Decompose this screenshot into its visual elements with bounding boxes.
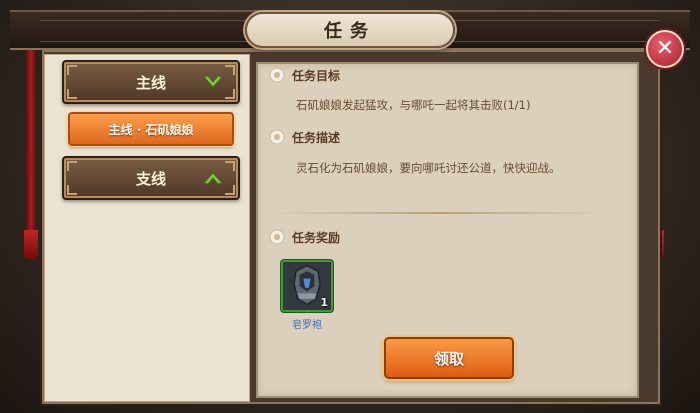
quest-category-panel — [44, 54, 250, 402]
description-heading: 任务描述 — [268, 128, 340, 146]
corner-ornament — [67, 161, 77, 171]
chevron-down-icon — [203, 75, 223, 88]
corner-ornament — [67, 89, 77, 99]
side-quest-category-label: 支线 — [135, 169, 166, 188]
flower-bullet-icon — [269, 229, 285, 245]
rewards-heading: 任务奖励 — [268, 228, 340, 246]
objective-heading-text: 任务目标 — [292, 68, 341, 83]
rewards-heading-text: 任务奖励 — [292, 230, 341, 245]
left-post — [26, 20, 36, 240]
quest-item-label: 主线 · 石矶娘娘 — [108, 122, 194, 137]
main-quest-category-button[interactable]: 主线 — [62, 60, 240, 104]
objective-text: 石矶娘娘发起猛攻，与哪吒一起将其击败(1/1) — [296, 98, 531, 112]
corner-ornament — [225, 89, 235, 99]
section-divider — [272, 212, 607, 214]
corner-ornament — [225, 161, 235, 171]
reward-item-count: 1 — [320, 296, 328, 309]
title-plaque: 任务 — [245, 12, 455, 48]
flower-bullet-icon — [269, 129, 285, 145]
objective-heading: 任务目标 — [268, 66, 340, 84]
reward-item-name: 皂罗袍 — [292, 320, 322, 331]
reward-item-slot[interactable]: 1 — [281, 260, 333, 312]
close-button[interactable]: ✕ — [646, 30, 684, 68]
description-text: 灵石化为石矶娘娘，要向哪吒讨还公道，快快迎战。 — [296, 161, 561, 175]
description-heading-text: 任务描述 — [292, 130, 341, 145]
flower-bullet-icon — [269, 67, 285, 83]
side-quest-category-button[interactable]: 支线 — [62, 156, 240, 200]
corner-ornament — [67, 65, 77, 75]
game-scene: 任务 ✕ 主线 主线 · 石矶娘娘 支线 任务目标 石矶娘娘发起猛攻，与哪吒一起… — [0, 0, 700, 413]
left-tassel — [24, 230, 38, 260]
chevron-up-icon — [203, 172, 223, 185]
quest-item-shiji[interactable]: 主线 · 石矶娘娘 — [68, 112, 234, 146]
window-title: 任务 — [324, 21, 376, 42]
corner-ornament — [67, 185, 77, 195]
main-quest-category-label: 主线 — [135, 73, 166, 92]
claim-button-label: 领取 — [433, 349, 464, 368]
claim-button[interactable]: 领取 — [384, 337, 514, 379]
corner-ornament — [225, 65, 235, 75]
close-icon: ✕ — [655, 36, 675, 61]
corner-ornament — [225, 185, 235, 195]
